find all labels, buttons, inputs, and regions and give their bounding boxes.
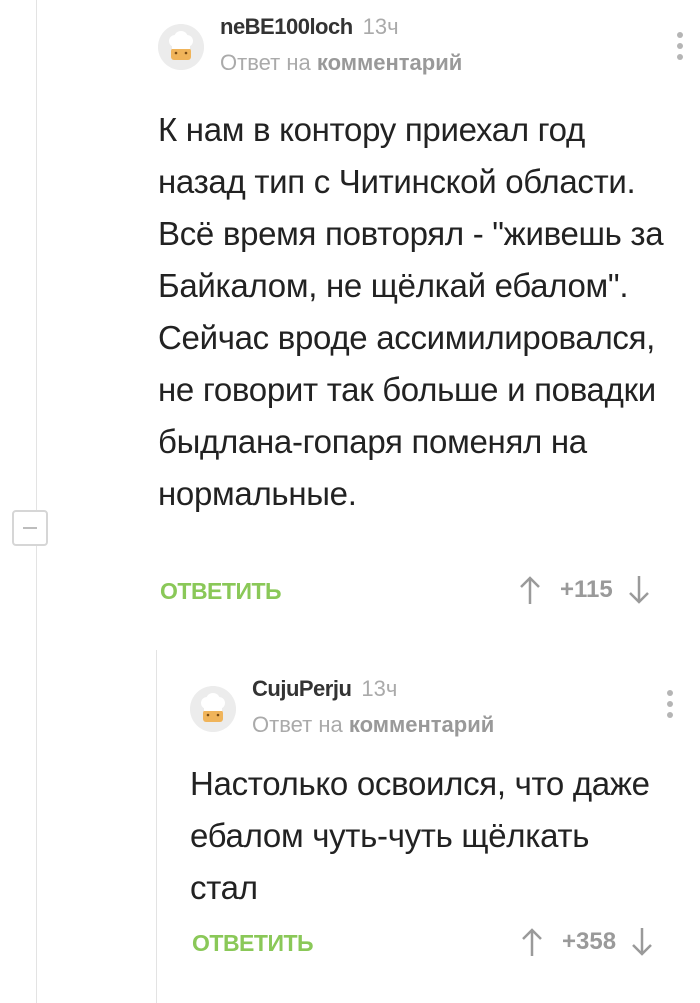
thread-line	[36, 0, 37, 1003]
reply-to-prefix: Ответ на	[220, 50, 311, 75]
rating-controls: +358	[520, 926, 654, 958]
collapse-minus-icon	[23, 527, 37, 529]
reply-button[interactable]: ОТВЕТИТЬ	[192, 930, 314, 957]
comment-text: К нам в контору приехал год назад тип с …	[158, 111, 664, 512]
reply-to-line: Ответ на комментарий	[252, 712, 494, 738]
comment-text: Настолько освоился, что даже ебалом чуть…	[190, 765, 650, 906]
arrow-down-icon[interactable]	[627, 574, 651, 606]
reply-to-prefix: Ответ на	[252, 712, 343, 737]
arrow-down-icon[interactable]	[630, 926, 654, 958]
kebab-menu-icon[interactable]	[666, 690, 674, 718]
comment-actions: ОТВЕТИТЬ +115	[158, 574, 678, 614]
chef-hat-avatar-icon[interactable]	[190, 686, 236, 732]
comment-time: 13ч	[362, 14, 399, 39]
collapse-thread-button[interactable]	[12, 510, 48, 546]
arrow-up-icon[interactable]	[520, 926, 544, 958]
reply-button[interactable]: ОТВЕТИТЬ	[160, 578, 282, 605]
kebab-menu-icon[interactable]	[676, 32, 684, 60]
rating-score: +358	[562, 928, 617, 955]
username-link[interactable]: CujuPerju	[252, 676, 352, 701]
username-link[interactable]: neBE100loch	[220, 14, 353, 39]
rating-score: +115	[560, 576, 613, 603]
comment-actions: ОТВЕТИТЬ +358	[190, 926, 680, 966]
rating-controls: +115	[518, 574, 651, 606]
reply-to-comment-link[interactable]: комментарий	[317, 50, 462, 75]
reply-to-line: Ответ на комментарий	[220, 50, 462, 76]
reply-to-comment-link[interactable]: комментарий	[349, 712, 494, 737]
reply-thread-line	[156, 650, 157, 1003]
arrow-up-icon[interactable]	[518, 574, 542, 606]
chef-hat-avatar-icon[interactable]	[158, 24, 204, 70]
comment-time: 13ч	[361, 676, 398, 701]
